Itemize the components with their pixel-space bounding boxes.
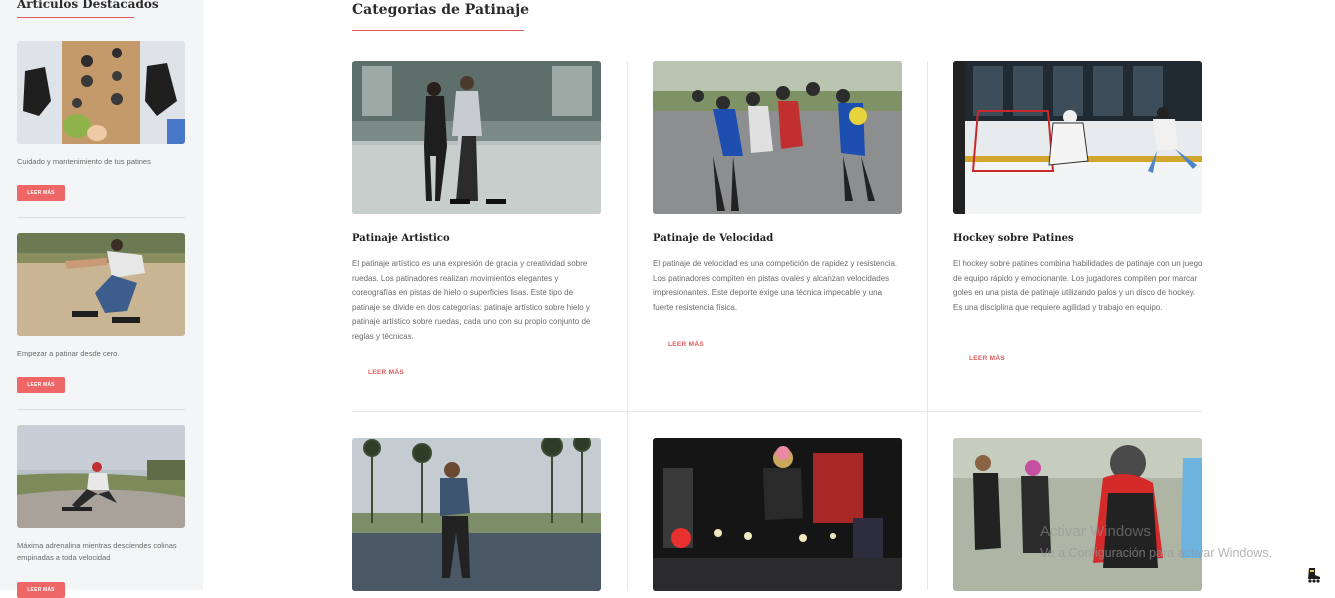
category-image[interactable]	[953, 438, 1202, 591]
featured-article-image[interactable]	[17, 41, 185, 144]
divider	[17, 217, 185, 218]
featured-article-description: Máxima adrenalina mientras desciendes co…	[17, 541, 177, 562]
category-description: El patinaje de velocidad es una competic…	[653, 259, 898, 312]
category-image-hockey[interactable]	[953, 61, 1202, 214]
divider	[17, 409, 185, 410]
grid-divider	[927, 61, 928, 590]
featured-article-image[interactable]	[17, 425, 185, 528]
read-more-button[interactable]: LEER MÁS	[17, 582, 65, 598]
grid-divider	[352, 411, 1202, 412]
category-description: El hockey sobre patines combina habilida…	[953, 259, 1203, 312]
sidebar-title: Articulos Destacados	[17, 0, 159, 11]
category-image-artistic[interactable]	[352, 61, 601, 214]
category-image-speed[interactable]	[653, 61, 902, 214]
sidebar: Articulos Destacados Cuidado y mantenimi…	[0, 0, 203, 598]
featured-article-card: Máxima adrenalina mientras desciendes co…	[17, 425, 185, 564]
read-more-link[interactable]: LEER MÁS	[969, 355, 1005, 362]
read-more-link[interactable]: LEER MÁS	[368, 369, 404, 376]
read-more-link[interactable]: LEER MÁS	[668, 341, 704, 348]
sidebar-title-underline	[17, 17, 134, 18]
grid-divider	[627, 61, 628, 590]
category-image[interactable]	[352, 438, 601, 591]
title-underline	[352, 30, 524, 31]
read-more-button[interactable]: LEER MÁS	[17, 377, 65, 393]
featured-article-image[interactable]	[17, 233, 185, 336]
windows-activation-watermark-text: Ve a Configuración para activar Windows.	[1040, 546, 1273, 560]
category-title[interactable]: Patinaje de Velocidad	[653, 233, 773, 244]
category-image[interactable]	[653, 438, 902, 591]
read-more-button[interactable]: LEER MÁS	[17, 185, 65, 201]
category-description: El patinaje artístico es una expresión d…	[352, 259, 591, 341]
featured-article-description: Cuidado y mantenimiento de tus patines	[17, 157, 151, 166]
page-title: Categorias de Patinaje	[352, 2, 530, 18]
skate-icon[interactable]	[1305, 566, 1323, 584]
windows-activation-watermark-title: Activar Windows	[1040, 523, 1151, 540]
category-title[interactable]: Hockey sobre Patines	[953, 233, 1074, 244]
featured-article-card: Empezar a patinar desde cero.	[17, 233, 185, 360]
featured-article-description: Empezar a patinar desde cero.	[17, 349, 120, 358]
category-title[interactable]: Patinaje Artistico	[352, 233, 450, 244]
featured-article-card: Cuidado y mantenimiento de tus patines	[17, 41, 185, 168]
